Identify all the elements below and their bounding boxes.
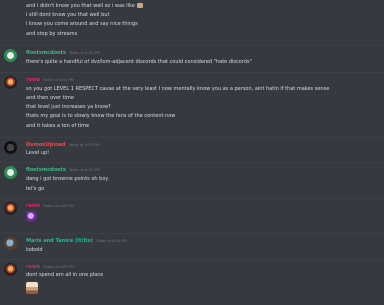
timestamp: Today at 4:03 PM — [43, 265, 74, 269]
message-header: rawb Today at 4:03 PM — [26, 203, 74, 209]
timestamp: Today at 4:02 PM — [43, 78, 74, 82]
message-text: and i didn't know you that well so i was… — [26, 3, 143, 9]
message-divider — [0, 45, 384, 46]
username[interactable]: DemonUpload — [26, 142, 66, 148]
message-header: flootsmcdoots Today at 4:02 PM — [26, 50, 100, 56]
message-divider — [0, 162, 384, 163]
message-header: Maris and Tanice (It/Its) Today at 4:03 P… — [26, 238, 127, 244]
message-text: there's quite a handful of dvz/lom-adjac… — [26, 59, 252, 65]
username[interactable]: flootsmcdoots — [26, 50, 66, 56]
message-header: rawb Today at 4:03 PM — [26, 264, 74, 270]
emoji-icon[interactable] — [26, 282, 38, 294]
username[interactable]: rawb — [26, 203, 40, 209]
timestamp: Today at 4:02 PM — [68, 51, 100, 55]
message-divider — [0, 259, 384, 260]
avatar[interactable] — [4, 237, 17, 250]
message-text: so you got LEVEL 1 RESPECT cause at the … — [26, 86, 330, 92]
avatar[interactable] — [4, 263, 17, 276]
avatar[interactable] — [4, 202, 17, 215]
emoji-icon[interactable] — [26, 211, 38, 223]
message-text: i know you come around and say nice thin… — [26, 21, 138, 27]
message-divider — [0, 233, 384, 234]
message-text: dang i got brownie points oh boy — [26, 176, 109, 182]
message-text: dont spend em all in one place — [26, 272, 104, 278]
chat-message-list: and i didn't know you that well so i was… — [0, 0, 384, 305]
avatar[interactable] — [4, 76, 17, 89]
username[interactable]: Maris and Tanice (It/Its) — [26, 238, 93, 244]
username[interactable]: rawb — [26, 264, 40, 270]
message-text: that level just increases ya know? — [26, 104, 111, 110]
message-header: flootsmcdoots Today at 4:03 PM — [26, 167, 100, 173]
message-text: i still dont know you that well but — [26, 12, 110, 18]
message-text: Level up! — [26, 150, 50, 156]
timestamp: Today at 4:03 PM — [43, 204, 74, 208]
message-text: let's go — [26, 186, 45, 192]
message-header: rawb Today at 4:02 PM — [26, 77, 74, 83]
avatar[interactable] — [4, 49, 17, 62]
username[interactable]: flootsmcdoots — [26, 167, 66, 173]
message-text: and stop by streams — [26, 31, 78, 37]
timestamp: Today at 4:03 PM — [95, 239, 127, 243]
message-text: and it takes a ton of time — [26, 123, 90, 129]
message-divider — [0, 198, 384, 199]
message-header: DemonUpload Today at 4:03 PM — [26, 142, 99, 148]
timestamp: Today at 4:03 PM — [68, 143, 100, 147]
avatar[interactable] — [4, 166, 17, 179]
message-text: and then over time — [26, 95, 74, 101]
message-text: thats my goal is to slowly know the fans… — [26, 113, 176, 119]
message-divider — [0, 137, 384, 138]
timestamp: Today at 4:03 PM — [68, 168, 100, 172]
avatar[interactable] — [4, 141, 17, 154]
emoji-icon — [136, 3, 143, 8]
username[interactable]: rawb — [26, 77, 40, 83]
message-text: kobold — [26, 247, 43, 253]
message-divider — [0, 72, 384, 73]
